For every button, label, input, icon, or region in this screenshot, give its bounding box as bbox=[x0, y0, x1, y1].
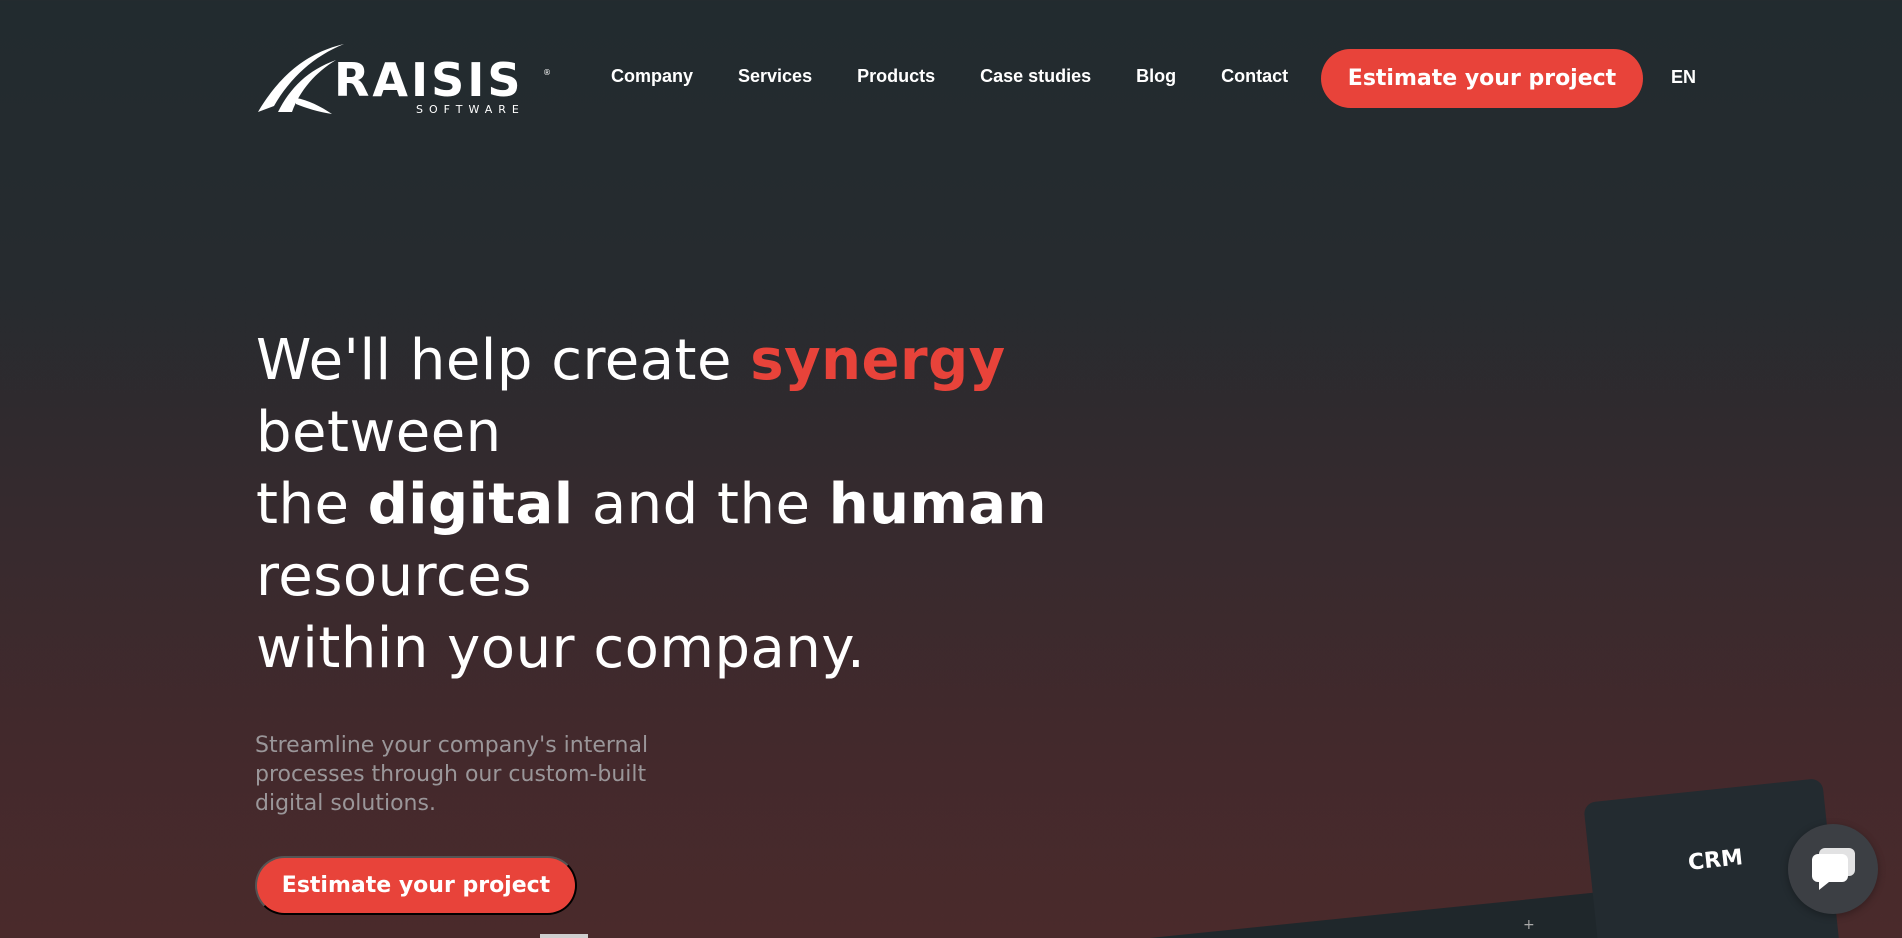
main-nav: Company Services Products Case studies B… bbox=[611, 66, 1288, 87]
hero-title-line-3: the digital and the human bbox=[256, 469, 1116, 541]
hero-subtitle: Streamline your company's internal proce… bbox=[255, 733, 649, 816]
hero-title-line-1: We'll help create synergy bbox=[256, 325, 1116, 397]
hero-title-line-2: between bbox=[256, 400, 502, 465]
hero-title-text: We'll help create bbox=[256, 328, 751, 393]
estimate-project-button-header[interactable]: Estimate your project bbox=[1321, 49, 1643, 108]
plus-icon: + bbox=[1523, 917, 1535, 933]
nav-item-blog[interactable]: Blog bbox=[1136, 66, 1176, 87]
estimate-project-button-hero[interactable]: Estimate your project bbox=[255, 856, 577, 915]
brand-registered-mark: ® bbox=[543, 68, 551, 77]
hero-title-text: and the bbox=[573, 472, 829, 537]
hero-title-line-4: resources bbox=[256, 544, 532, 609]
brand-name: RAISIS bbox=[334, 53, 524, 107]
hero-title-bold-digital: digital bbox=[367, 472, 574, 537]
brand-logo[interactable]: RAISIS ® SOFTWARE bbox=[256, 42, 556, 118]
hero-title-bold-human: human bbox=[828, 472, 1047, 537]
site-header: RAISIS ® SOFTWARE Company Services Produ… bbox=[0, 0, 1902, 160]
brand-subtitle: SOFTWARE bbox=[416, 103, 525, 116]
hero-title-text: the bbox=[256, 472, 368, 537]
nav-item-case-studies[interactable]: Case studies bbox=[980, 66, 1091, 87]
nav-item-company[interactable]: Company bbox=[611, 66, 693, 87]
hero-title: We'll help create synergy between the di… bbox=[256, 325, 1116, 685]
nav-item-products[interactable]: Products bbox=[857, 66, 935, 87]
decorative-strip bbox=[540, 934, 588, 938]
hero-title-line-5: within your company. bbox=[256, 616, 866, 681]
nav-item-contact[interactable]: Contact bbox=[1221, 66, 1288, 87]
raisis-logo-icon bbox=[258, 44, 344, 114]
laptop-illustration bbox=[1150, 890, 1644, 938]
language-selector[interactable]: EN bbox=[1671, 67, 1696, 88]
chat-widget-button[interactable] bbox=[1788, 824, 1878, 914]
nav-item-services[interactable]: Services bbox=[738, 66, 812, 87]
hero-title-accent-word: synergy bbox=[750, 328, 1006, 393]
chat-bubble-icon bbox=[1812, 848, 1855, 890]
